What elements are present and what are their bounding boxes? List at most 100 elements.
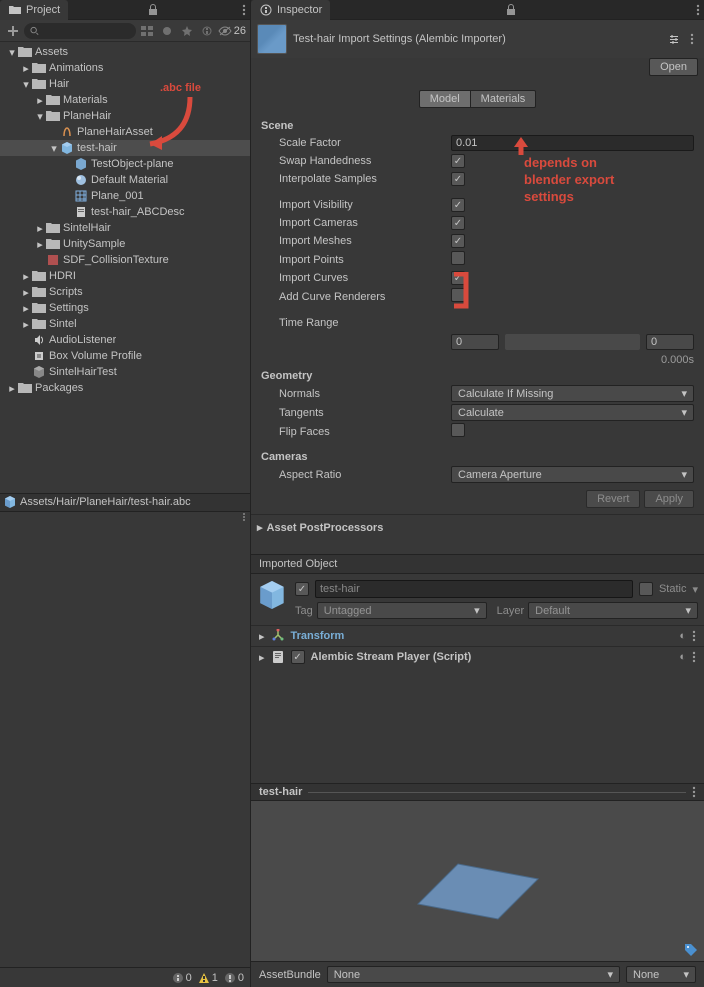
time-range-from[interactable] [451,334,499,350]
foldout-open-icon[interactable]: ▾ [6,46,18,58]
import-curves-checkbox[interactable] [451,271,465,285]
lock-icon[interactable] [144,4,162,16]
create-plus-icon[interactable] [4,23,22,39]
tab-materials[interactable]: Materials [471,90,537,108]
panel-menu-icon[interactable] [242,512,246,521]
tree-item-default-material[interactable]: Default Material [0,172,250,188]
assetbundle-label: AssetBundle [259,969,321,981]
time-range-slider[interactable] [505,334,640,350]
warning-count[interactable]: 1 [198,972,218,984]
foldout-open-icon[interactable]: ▾ [34,110,46,122]
aspect-ratio-dropdown[interactable]: Camera Aperture▾ [451,466,694,483]
kebab-icon[interactable] [686,33,698,45]
scale-factor-input[interactable] [451,135,694,151]
tangents-dropdown[interactable]: Calculate▾ [451,404,694,421]
tree-item-audiolistener[interactable]: AudioListener [0,332,250,348]
interpolate-samples-checkbox[interactable] [451,172,465,186]
tree-item-unitysample[interactable]: ▸UnitySample [0,236,250,252]
foldout-closed-icon[interactable]: ▸ [20,62,32,74]
console-status-bar[interactable]: 0 1 0 [0,967,250,987]
open-button[interactable]: Open [649,58,698,76]
filter-label-icon[interactable] [158,23,176,39]
foldout-none-icon [20,350,32,362]
project-tab[interactable]: Project [0,0,68,20]
foldout-closed-icon[interactable]: ▸ [20,270,32,282]
chevron-down-icon[interactable]: ▾ [692,583,698,596]
foldout-closed-icon[interactable]: ▸ [34,94,46,106]
hidden-packages-icon[interactable] [198,23,216,39]
help-icon[interactable]: ◐ [679,630,686,642]
kebab-icon[interactable] [692,651,696,663]
gameobject-name-input[interactable] [315,580,633,598]
tree-item-assets[interactable]: ▾Assets [0,44,250,60]
foldout-open-icon[interactable]: ▾ [20,78,32,90]
apply-button[interactable]: Apply [644,490,694,508]
alembic-enable-checkbox[interactable] [291,650,305,664]
tree-item-packages[interactable]: ▸Packages [0,380,250,396]
asset-postprocessors-foldout[interactable]: ▸ Asset PostProcessors [251,514,704,540]
import-cameras-checkbox[interactable] [451,216,465,230]
foldout-open-icon[interactable]: ▾ [48,142,60,154]
help-icon[interactable]: ◐ [679,651,686,663]
label-tag-icon[interactable] [684,943,698,957]
time-range-to[interactable] [646,334,694,350]
tree-item-planehairasset[interactable]: PlaneHairAsset [0,124,250,140]
gameobject-active-checkbox[interactable] [295,582,309,596]
visible-layers-badge[interactable]: 26 [218,25,246,37]
foldout-closed-icon[interactable]: ▸ [34,222,46,234]
foldout-closed-icon[interactable]: ▸ [20,318,32,330]
assetbundle-variant-dropdown[interactable]: None▾ [626,966,696,983]
tree-item-scripts[interactable]: ▸Scripts [0,284,250,300]
tree-item-sintelhairtest[interactable]: SintelHairTest [0,364,250,380]
tree-item-sdf-collisiontexture[interactable]: SDF_CollisionTexture [0,252,250,268]
tree-item-test-hair[interactable]: ▾test-hair [0,140,250,156]
tree-item-planehair[interactable]: ▾PlaneHair [0,108,250,124]
tree-item-sintelhair[interactable]: ▸SintelHair [0,220,250,236]
tree-item-hair[interactable]: ▾Hair [0,76,250,92]
save-search-icon[interactable] [178,23,196,39]
foldout-closed-icon[interactable]: ▸ [20,302,32,314]
tab-model[interactable]: Model [419,90,471,108]
folder-icon [32,301,46,315]
foldout-closed-icon[interactable]: ▸ [20,286,32,298]
info-count[interactable]: 0 [172,972,192,984]
flip-faces-checkbox[interactable] [451,423,465,437]
revert-button[interactable]: Revert [586,490,640,508]
swap-handedness-checkbox[interactable] [451,154,465,168]
lock-icon[interactable] [502,4,520,16]
tree-item-sintel[interactable]: ▸Sintel [0,316,250,332]
panel-menu-icon[interactable] [692,4,704,16]
tree-item-testobject-plane[interactable]: TestObject-plane [0,156,250,172]
tree-item-hdri[interactable]: ▸HDRI [0,268,250,284]
foldout-closed-icon[interactable]: ▸ [34,238,46,250]
tree-item-materials[interactable]: ▸Materials [0,92,250,108]
tree-item-plane-001[interactable]: Plane_001 [0,188,250,204]
import-meshes-checkbox[interactable] [451,234,465,248]
alembic-component[interactable]: ▸ Alembic Stream Player (Script) ◐ [251,646,704,667]
project-tree[interactable]: ▾Assets▸Animations▾Hair▸Materials▾PlaneH… [0,42,250,493]
tree-item-animations[interactable]: ▸Animations [0,60,250,76]
project-search[interactable] [24,23,136,39]
assetbundle-name-dropdown[interactable]: None▾ [327,966,620,983]
header-settings-icon[interactable] [668,33,680,45]
tree-item-settings[interactable]: ▸Settings [0,300,250,316]
import-visibility-checkbox[interactable] [451,198,465,212]
filter-type-icon[interactable] [138,23,156,39]
error-count[interactable]: 0 [224,972,244,984]
normals-dropdown[interactable]: Calculate If Missing▾ [451,385,694,402]
add-curve-renderers-checkbox[interactable] [451,288,465,302]
transform-component[interactable]: ▸ Transform ◐ [251,625,704,646]
static-checkbox[interactable] [639,582,653,596]
tree-item-test-hair-abcdesc[interactable]: test-hair_ABCDesc [0,204,250,220]
kebab-icon[interactable] [692,786,696,798]
kebab-icon[interactable] [692,630,696,642]
inspector-tab[interactable]: Inspector [251,0,330,20]
project-search-input[interactable] [39,25,130,37]
preview-viewport[interactable] [251,801,704,961]
import-points-checkbox[interactable] [451,251,465,265]
tree-item-box-volume-profile[interactable]: Box Volume Profile [0,348,250,364]
foldout-closed-icon[interactable]: ▸ [6,382,18,394]
panel-menu-icon[interactable] [238,4,250,16]
tag-dropdown[interactable]: Untagged▾ [317,602,487,619]
layer-dropdown[interactable]: Default▾ [528,602,698,619]
